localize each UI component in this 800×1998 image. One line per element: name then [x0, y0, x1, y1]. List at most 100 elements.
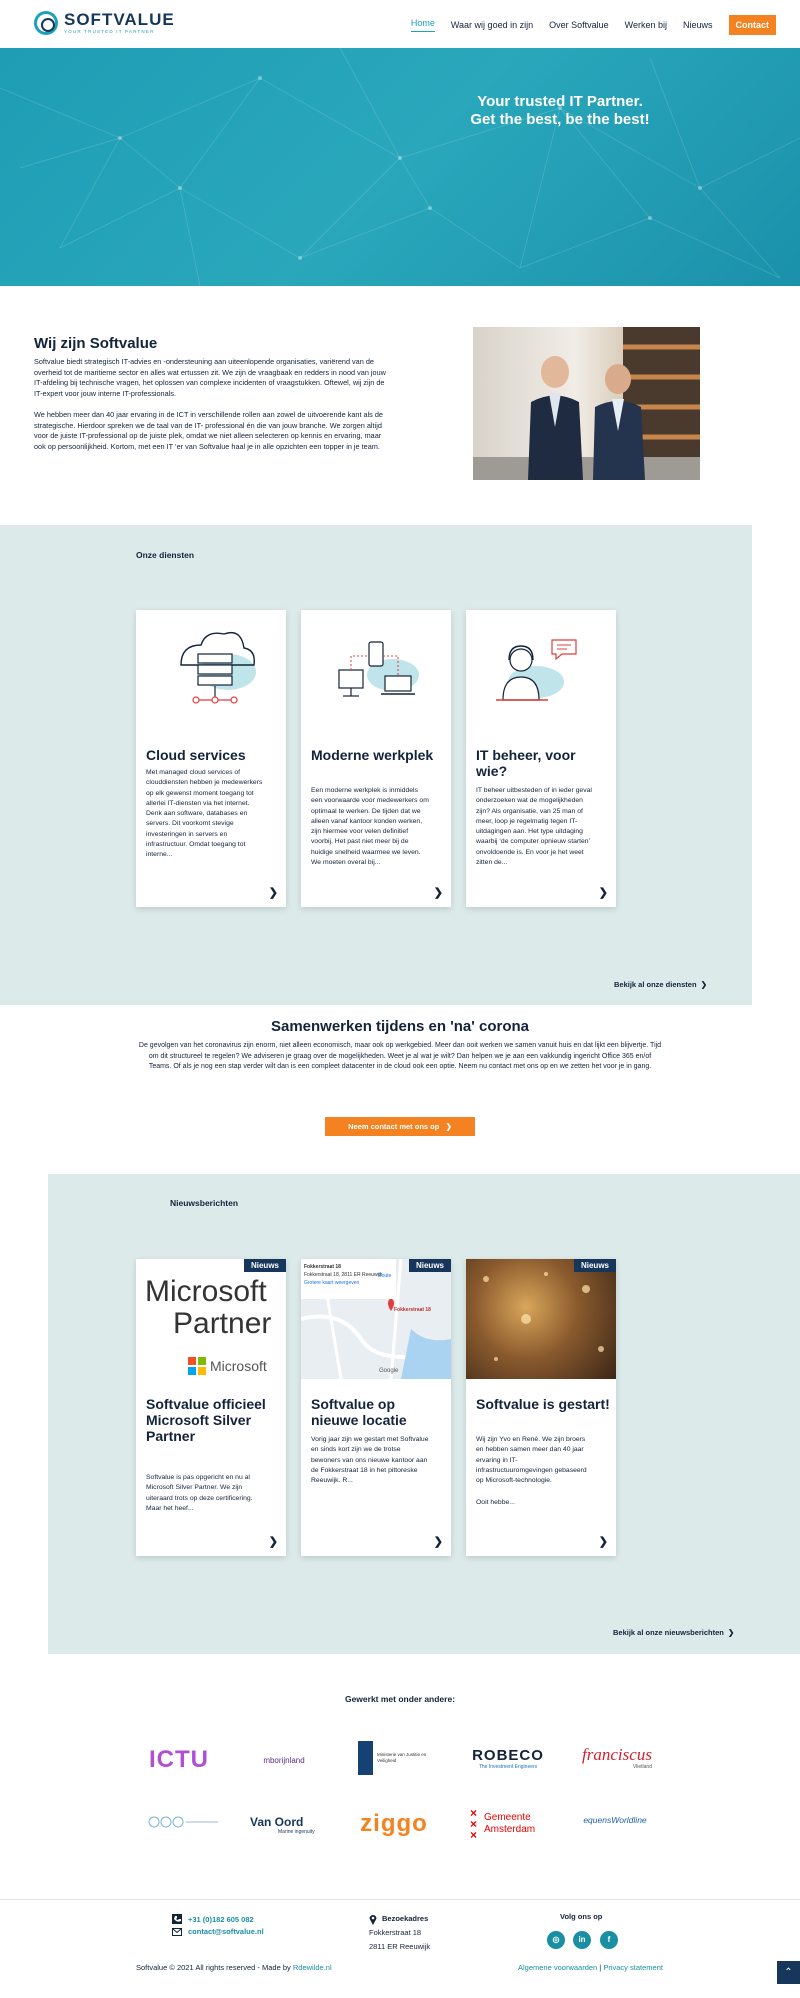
chevron-right-icon[interactable]: ❯: [434, 886, 443, 899]
service-card-text: IT beheer uitbesteden of in ieder geval …: [476, 787, 592, 867]
footer-phone-label: +31 (0)182 605 082: [188, 1914, 254, 1924]
footer-address: Bezoekadres Fokkerstraat 18 2811 ER Reeu…: [369, 1912, 430, 1954]
about-paragraph-2: We hebben meer dan 40 jaar ervaring in d…: [34, 410, 383, 451]
equensworldline-logo-text: equensWorldline: [583, 1815, 647, 1825]
helpdesk-illustration: [466, 610, 616, 730]
partner-logo-vanoord: Van Oord Marine ingenuity: [250, 1812, 322, 1838]
partner-logo-mborijnland: mborijnland: [254, 1751, 314, 1769]
location-map-image: Fokkerstraat 18 Fokkerstraat 18, 2811 ER…: [301, 1259, 451, 1379]
logo-tagline: YOUR TRUSTED IT PARTNER: [64, 28, 155, 34]
founders-photo-illustration: [473, 327, 700, 480]
news-card-title: Softvalue op nieuwe locatie: [311, 1396, 407, 1428]
service-card-title: Cloud services: [146, 747, 246, 763]
map-marker-label: Fokkerstraat 18: [394, 1307, 431, 1313]
news-label: Nieuwsberichten: [170, 1198, 239, 1208]
news-card-title: Softvalue is gestart!: [476, 1396, 610, 1412]
softvalue-logo[interactable]: SOFTVALUE YOUR TRUSTED IT PARTNER: [34, 11, 175, 35]
microsoft-partner-text-2: Partner: [173, 1307, 272, 1340]
partner-logo-amsterdam: × × × Gemeente Amsterdam: [470, 1805, 544, 1842]
nav-home[interactable]: Home: [410, 18, 435, 32]
celebration-lights: [483, 1272, 604, 1361]
service-card-cloud[interactable]: Cloud services Met managed cloud service…: [136, 610, 286, 907]
footer-address-line1: Fokkerstraat 18: [369, 1928, 422, 1937]
celebration-photo: [466, 1259, 616, 1379]
rijksoverheid-emblem-icon: [358, 1741, 373, 1775]
footer-email[interactable]: contact@softvalue.nl: [172, 1927, 264, 1936]
chevron-right-icon[interactable]: ❯: [599, 1535, 608, 1548]
nav-waar-wij-goed-in-zijn[interactable]: Waar wij goed in zijn: [451, 20, 533, 30]
about-paragraph-1: Softvalue biedt strategisch IT-advies en…: [34, 357, 386, 398]
hero-network-pattern: [0, 48, 800, 286]
workplace-illustration: [301, 610, 451, 730]
contact-us-button-label: Neem contact met ons op: [348, 1122, 440, 1131]
linkedin-icon[interactable]: in: [573, 1931, 591, 1949]
footer-follow-label: Volg ons op: [560, 1912, 603, 1921]
news-card-gestart[interactable]: Nieuws Softvalue is gestart! Wij zijn Yv…: [466, 1259, 616, 1556]
chevron-right-icon[interactable]: ❯: [269, 886, 278, 899]
service-card-title: IT beheer, voor wie?: [476, 747, 576, 779]
service-card-it-beheer[interactable]: IT beheer, voor wie? IT beheer uitbested…: [466, 610, 616, 907]
all-services-link[interactable]: Bekijk al onze diensten ❯: [614, 980, 707, 989]
footer-address-line2: 2811 ER Reeuwijk: [369, 1942, 431, 1951]
footer-legal-links: Algemene voorwaarden | Privacy statement: [518, 1963, 663, 1972]
amsterdam-xxx-icon: × × ×: [470, 1805, 478, 1842]
map-larger-link[interactable]: Grotere kaart weergeven: [304, 1279, 393, 1287]
chevron-right-icon: ❯: [725, 1628, 735, 1637]
vanoord-logo-text: Van Oord: [250, 1815, 304, 1829]
news-card-text: Vorig jaar zijn we gestart met Softvalue…: [311, 1436, 429, 1485]
news-card-text-more: Ooit hebbe...: [476, 1499, 515, 1506]
main-nav: Home Waar wij goed in zijn Over Softvalu…: [410, 15, 776, 35]
robeco-tagline: The Investment Engineers: [478, 1763, 538, 1770]
copyright-text: Softvalue © 2021 All rights reserved - M…: [136, 1963, 293, 1972]
instagram-icon[interactable]: ◎: [547, 1931, 565, 1949]
site-header: SOFTVALUE YOUR TRUSTED IT PARTNER Home W…: [0, 0, 800, 48]
chevron-right-icon[interactable]: ❯: [599, 886, 608, 899]
corona-text: De gevolgen van het coronavirus zijn eno…: [138, 1042, 662, 1070]
nav-contact-button[interactable]: Contact: [728, 15, 776, 35]
partner-logo-franciscus: franciscus Vlietland: [582, 1743, 652, 1773]
service-card-werkplek[interactable]: Moderne werkplek Een moderne werkplek is…: [301, 610, 451, 907]
about-title: Wij zijn Softvalue: [34, 335, 158, 352]
amsterdam-logo-text: Gemeente Amsterdam: [484, 1812, 536, 1835]
partner-logo-small: [146, 1815, 220, 1829]
footer-email-label: contact@softvalue.nl: [188, 1927, 264, 1936]
chevron-right-icon[interactable]: ❯: [434, 1535, 443, 1548]
franciscus-tagline: Vlietland: [632, 1764, 652, 1770]
chevron-right-icon[interactable]: ❯: [269, 1535, 278, 1548]
nav-werken-bij[interactable]: Werken bij: [625, 20, 667, 30]
news-badge: Nieuws: [573, 1259, 616, 1272]
microsoft-logo-icon: [188, 1357, 206, 1375]
made-by-link[interactable]: Rdewilde.nl: [293, 1963, 332, 1972]
ziggo-logo-text: ziggo: [360, 1810, 428, 1837]
founders-photo: [473, 327, 700, 480]
all-news-link-label: Bekijk al onze nieuwsberichten: [613, 1628, 724, 1637]
all-news-link[interactable]: Bekijk al onze nieuwsberichten ❯: [613, 1628, 734, 1637]
chevron-right-icon: ❯: [441, 1122, 452, 1131]
map-place-name: Fokkerstraat 18: [304, 1264, 341, 1270]
map-route-link[interactable]: Route: [378, 1273, 391, 1279]
all-services-link-label: Bekijk al onze diensten: [614, 980, 697, 989]
news-card-text: Softvalue is pas opgericht en nu al Micr…: [146, 1474, 253, 1512]
contact-us-button[interactable]: Neem contact met ons op ❯: [325, 1117, 475, 1136]
news-card-microsoft-partner[interactable]: Microsoft Partner Microsoft Nieuws Softv…: [136, 1259, 286, 1556]
corona-title: Samenwerken tijdens en 'na' corona: [270, 1018, 530, 1035]
news-card-title: Softvalue officieel Microsoft Silver Par…: [146, 1396, 266, 1444]
facebook-icon[interactable]: f: [600, 1931, 618, 1949]
footer-phone[interactable]: +31 (0)182 605 082: [172, 1914, 254, 1924]
terms-link[interactable]: Algemene voorwaarden: [518, 1963, 597, 1972]
chevron-right-icon: ❯: [698, 980, 707, 989]
robeco-logo-text: ROBECO: [472, 1746, 544, 1764]
privacy-link[interactable]: Privacy statement: [603, 1963, 663, 1972]
service-card-title: Moderne werkplek: [311, 747, 434, 763]
news-card-text: Wij zijn Yvo en René. We zijn broers en …: [476, 1436, 587, 1485]
chevron-up-icon: ⌃: [784, 1967, 793, 1978]
microsoft-brand-text: Microsoft: [210, 1358, 267, 1374]
nav-over-softvalue[interactable]: Over Softvalue: [549, 20, 609, 30]
small-partner-logo-icon: [148, 1816, 218, 1828]
envelope-icon: [172, 1927, 182, 1936]
partner-logo-robeco: ROBECO The Investment Engineers: [470, 1746, 546, 1772]
news-card-nieuwe-locatie[interactable]: Fokkerstraat 18 Fokkerstraat 18, 2811 ER…: [301, 1259, 451, 1556]
service-card-text: Met managed cloud services of clouddiens…: [146, 769, 263, 859]
back-to-top-button[interactable]: ⌃: [777, 1961, 800, 1984]
nav-nieuws[interactable]: Nieuws: [683, 20, 713, 30]
